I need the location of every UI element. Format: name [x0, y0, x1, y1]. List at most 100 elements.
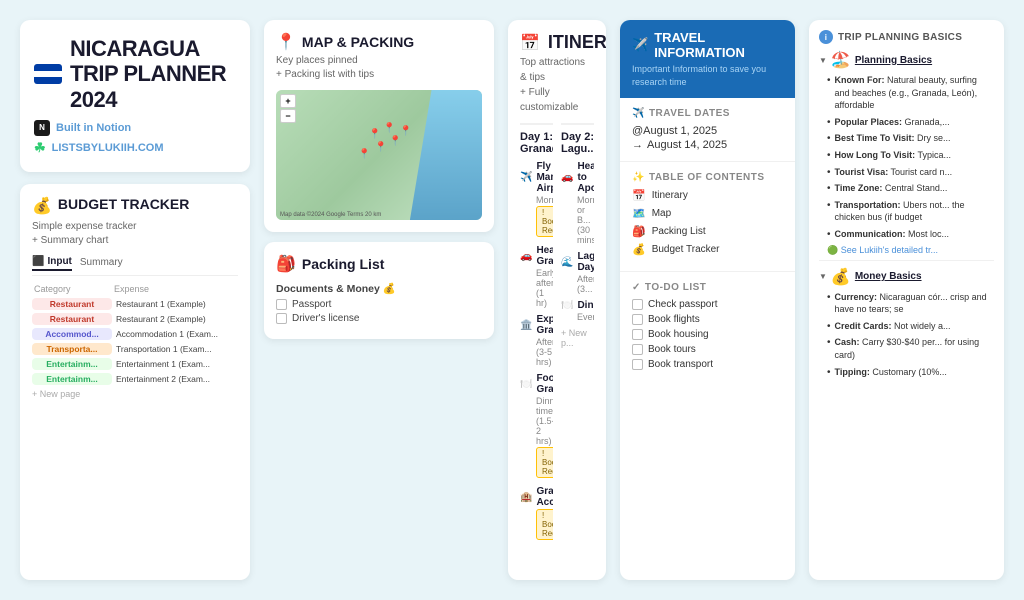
- map-controls: + −: [280, 94, 296, 123]
- item-header: 🏛️ Explore Granada: [520, 314, 553, 336]
- itinerary-days: Day 1: Granada 5 ✈️ Fly to Managua Airpo…: [520, 123, 594, 580]
- planning-item: • Time Zone: Central Stand...: [819, 182, 994, 195]
- budget-emoji: 💰: [32, 196, 52, 216]
- itinerary-item: ✈️ Fly to Managua Airport Morning ! Book…: [520, 161, 553, 239]
- toc-item-packing[interactable]: 🎒 Packing List: [632, 225, 783, 238]
- website-label: LISTSBYLUKIIH.COM: [52, 142, 164, 154]
- planning-header: i TRIP PLANNING BASICS: [819, 30, 994, 44]
- bullet-icon: •: [827, 367, 831, 378]
- todo-item-tours: Book tours: [632, 344, 783, 355]
- bullet-icon: •: [827, 200, 831, 211]
- budget-tab-input[interactable]: ⬛ Input: [32, 256, 72, 271]
- item-time: Evening: [577, 312, 594, 322]
- map-pin[interactable]: 📍: [383, 123, 395, 134]
- map-emoji: 📍: [276, 32, 296, 52]
- item-title: Laguna... Day Tr...: [577, 251, 594, 273]
- packing-emoji: 🎒: [276, 254, 296, 274]
- category-tag: Entertainm...: [32, 358, 112, 370]
- item-title: Fly to Managua Airport: [536, 161, 553, 194]
- todo-checkbox[interactable]: [632, 329, 643, 340]
- map-section-header: 📍 MAP & PACKING: [276, 32, 482, 52]
- category-tag: Entertainm...: [32, 373, 112, 385]
- budget-title: BUDGET TRACKER: [58, 196, 189, 212]
- map-zoom-in-btn[interactable]: +: [280, 94, 296, 108]
- expense-text: Restaurant 1 (Example): [116, 299, 238, 309]
- see-link[interactable]: 🟢 See Lukiih's detailed tr...: [819, 245, 994, 256]
- bullet-icon: •: [827, 167, 831, 178]
- day1-header: Day 1: Granada 5: [520, 131, 553, 155]
- bullet-icon: •: [827, 183, 831, 194]
- page-title: NICARAGUA TRIP PLANNER 2024: [70, 36, 236, 112]
- money-basics-category: ▼ 💰 Money Basics: [819, 267, 994, 287]
- budget-row: Entertainm... Entertainment 2 (Exam...: [32, 373, 238, 385]
- planning-item: • Credit Cards: Not widely a...: [819, 320, 994, 333]
- todo-checkbox[interactable]: [632, 359, 643, 370]
- map-pin[interactable]: 📍: [358, 149, 370, 160]
- travel-info-title: ✈️ TRAVEL INFORMATION: [632, 30, 783, 60]
- todo-label: ✓ TO-DO LIST: [632, 282, 783, 293]
- bullet-icon: •: [827, 150, 831, 161]
- budget-row: Restaurant Restaurant 2 (Example): [32, 313, 238, 325]
- planning-text: Popular Places: Granada,...: [835, 116, 950, 129]
- item-time: Afternoon (3-5 hrs): [536, 337, 553, 367]
- packing-checkbox[interactable]: [276, 299, 287, 310]
- expense-text: Transportation 1 (Exam...: [116, 344, 238, 354]
- item-time: Morning or B... (30 mins): [577, 195, 594, 245]
- planning-text: Time Zone: Central Stand...: [835, 182, 948, 195]
- map-placeholder: 📍 📍 📍 📍 📍 📍 + − Map data ©2024 Google Te…: [276, 90, 482, 220]
- day2-new-page-btn[interactable]: + New p...: [561, 328, 594, 348]
- budget-tabs: ⬛ Input Summary: [32, 256, 238, 276]
- notion-label: Built in Notion: [56, 122, 131, 134]
- toc-map-icon: 🗺️: [632, 207, 646, 220]
- planning-text: How Long To Visit: Typica...: [835, 149, 952, 162]
- map-pin[interactable]: 📍: [400, 126, 412, 137]
- todo-checkbox[interactable]: [632, 344, 643, 355]
- planning-item: • Tourist Visa: Tourist card n...: [819, 166, 994, 179]
- todo-checkbox[interactable]: [632, 299, 643, 310]
- bullet-icon: •: [827, 229, 831, 240]
- bullet-icon: •: [827, 321, 831, 332]
- map-zoom-out-btn[interactable]: −: [280, 109, 296, 123]
- category-tag: Restaurant: [32, 298, 112, 310]
- todo-item-flights: Book flights: [632, 314, 783, 325]
- triangle-icon: ▼: [819, 56, 827, 65]
- todo-label-flights: Book flights: [648, 314, 700, 325]
- budget-row: Accommod... Accommodation 1 (Exam...: [32, 328, 238, 340]
- item-title: Head to Apoyo: [577, 161, 594, 194]
- map-pin[interactable]: 📍: [369, 129, 381, 140]
- bullet-icon: •: [827, 75, 831, 86]
- day2-label: Day 2: Lagu...: [561, 131, 594, 155]
- itinerary-item: 🍽️ Food in Granada Dinner time (1.5-2 hr…: [520, 373, 553, 480]
- planning-text: Transportation: Ubers not... the chicken…: [835, 199, 994, 224]
- planning-item: • Tipping: Customary (10%...: [819, 366, 994, 379]
- expense-text: Entertainment 2 (Exam...: [116, 374, 238, 384]
- expense-text: Entertainment 1 (Exam...: [116, 359, 238, 369]
- toc-budget-label: Budget Tracker: [652, 244, 720, 255]
- map-subtitle: Key places pinned + Packing list with ti…: [276, 54, 482, 82]
- budget-header: 💰 BUDGET TRACKER: [32, 196, 238, 216]
- toc-item-budget[interactable]: 💰 Budget Tracker: [632, 243, 783, 256]
- todo-item-passport: Check passport: [632, 299, 783, 310]
- item-time: Dinner time (1.5-2 hrs): [536, 396, 553, 446]
- bullet-icon: •: [827, 292, 831, 303]
- budget-tab-summary[interactable]: Summary: [80, 256, 123, 271]
- packing-item-label: Driver's license: [292, 313, 359, 324]
- notion-icon: N: [34, 120, 50, 136]
- packing-checkbox[interactable]: [276, 313, 287, 324]
- packing-section: 🎒 Packing List Documents & Money 💰 Passp…: [264, 242, 494, 339]
- itinerary-title: ITINERARY: [548, 32, 606, 53]
- category-tag: Restaurant: [32, 313, 112, 325]
- toc-item-map[interactable]: 🗺️ Map: [632, 207, 783, 220]
- planning-text: Credit Cards: Not widely a...: [835, 320, 951, 333]
- map-pin[interactable]: 📍: [375, 142, 387, 153]
- todo-checkbox[interactable]: [632, 314, 643, 325]
- planning-info-icon: i: [819, 30, 833, 44]
- planning-text: Currency: Nicaraguan cór... crisp and ha…: [835, 291, 994, 316]
- title-block: NICARAGUA TRIP PLANNER 2024 N Built in N…: [20, 20, 250, 172]
- title-flag: NICARAGUA TRIP PLANNER 2024: [34, 36, 236, 112]
- item-title: Food in Granada: [536, 373, 553, 395]
- planning-item: • Popular Places: Granada,...: [819, 116, 994, 129]
- left-panel: NICARAGUA TRIP PLANNER 2024 N Built in N…: [20, 20, 250, 580]
- budget-new-page-btn[interactable]: + New page: [32, 389, 238, 399]
- toc-item-itinerary[interactable]: 📅 Itinerary: [632, 189, 783, 202]
